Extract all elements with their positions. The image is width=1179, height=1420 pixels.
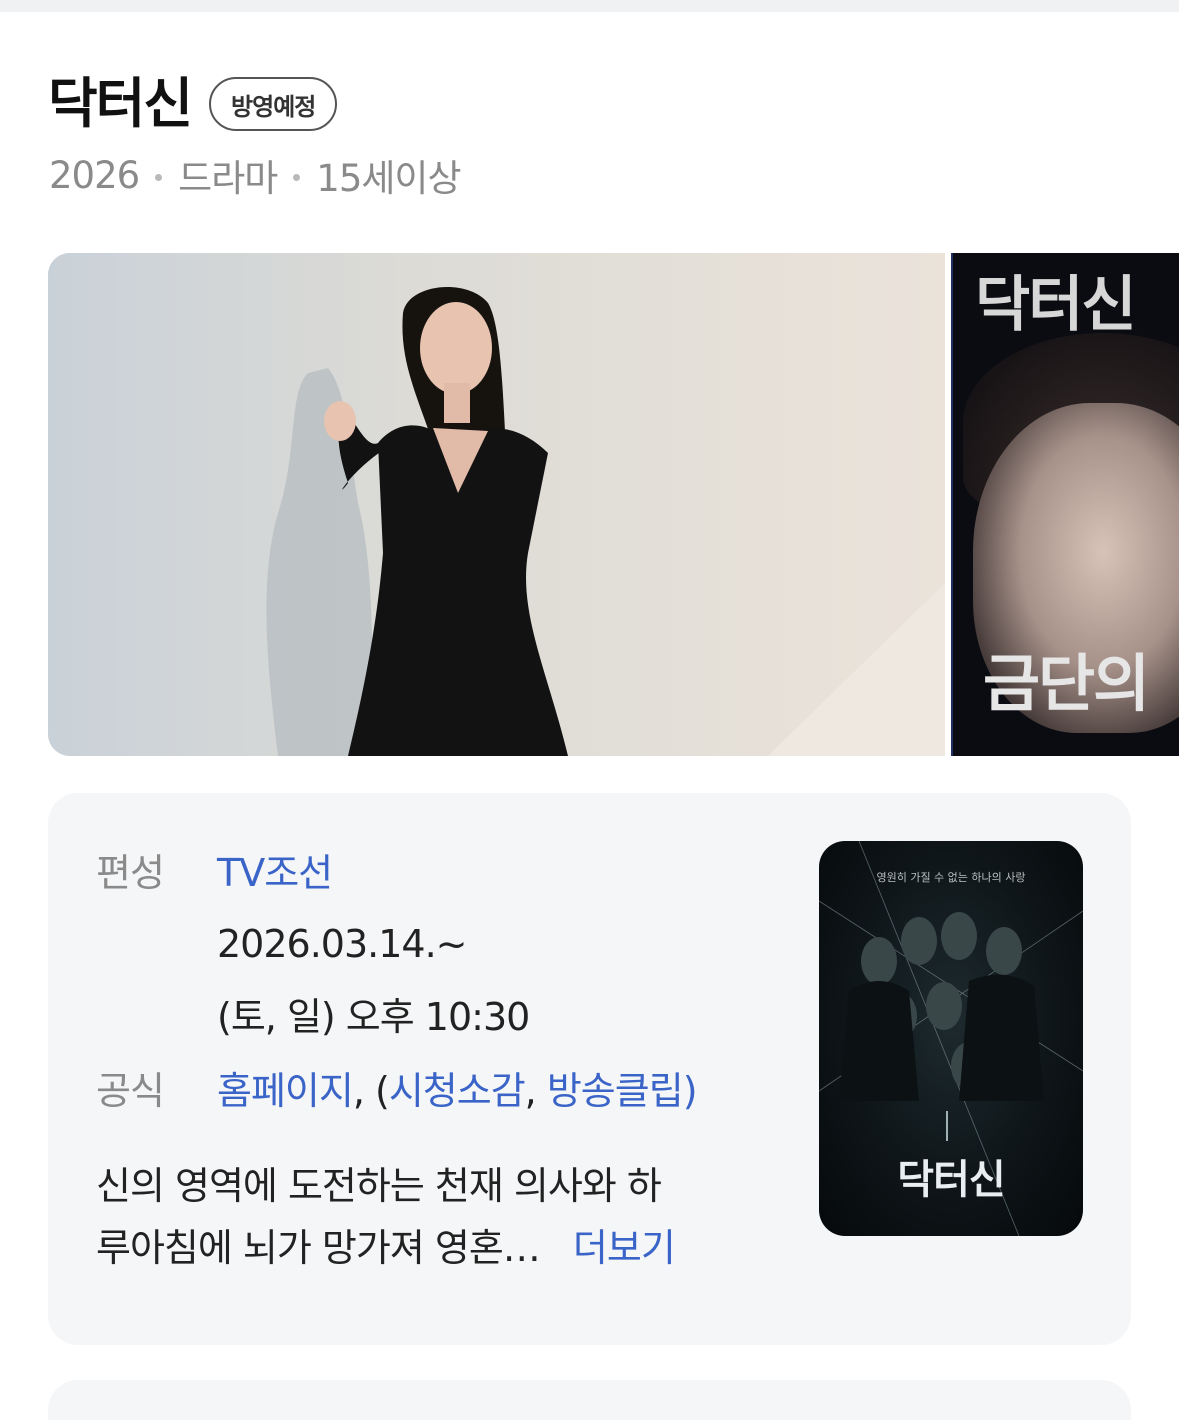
air-date: 2026.03.14.~ — [217, 922, 467, 966]
page-title: 닥터신 — [48, 72, 193, 135]
broadcaster-link[interactable]: TV조선 — [217, 845, 333, 901]
meta-year: 2026 — [49, 153, 140, 197]
top-divider — [0, 0, 1179, 12]
title-row: 닥터신 방영예정 — [48, 66, 338, 142]
side-image-title: 닥터신 — [975, 270, 1137, 340]
separator-dot — [293, 173, 301, 181]
official-row: 공식 홈페이지, (시청소감, 방송클립) — [96, 1063, 698, 1119]
synopsis: 신의 영역에 도전하는 천재 의사와 하 루아침에 뇌가 망가져 영혼… 더보기 — [96, 1155, 786, 1279]
link-close-paren: ) — [682, 1069, 698, 1113]
next-card — [48, 1380, 1131, 1420]
date-row: 2026.03.14.~ — [96, 916, 467, 972]
official-links: 홈페이지, (시청소감, 방송클립) — [217, 1063, 698, 1119]
actress-photo — [48, 253, 945, 756]
broadcast-label: 편성 — [96, 851, 165, 895]
synopsis-line-2: 루아침에 뇌가 망가져 영혼… 더보기 — [96, 1226, 676, 1270]
air-schedule: (토, 일) 오후 10:30 — [217, 995, 530, 1039]
link-separator: , ( — [352, 1069, 390, 1113]
official-label: 공식 — [96, 1069, 165, 1113]
side-image-caption: 금단의 — [983, 647, 1150, 720]
separator-dot — [155, 173, 163, 181]
meta-info: 2026 드라마 15세이상 — [49, 150, 462, 201]
gallery-image-next[interactable]: 닥터신 금단의 — [951, 253, 1179, 756]
meta-rating: 15세이상 — [316, 157, 461, 200]
poster-title: 닥터신 — [897, 1157, 1005, 1203]
info-card: 편성 TV조선 2026.03.14.~ (토, 일) 오후 10:30 공식 … — [48, 793, 1131, 1345]
synopsis-line-1: 신의 영역에 도전하는 천재 의사와 하 — [96, 1164, 662, 1208]
more-button[interactable]: 더보기 — [573, 1226, 676, 1270]
broadcast-row: 편성 TV조선 — [96, 845, 333, 901]
poster-thumbnail[interactable]: 영원히 가질 수 없는 하나의 사랑 닥터신 — [819, 841, 1083, 1236]
clips-link[interactable]: 방송클립 — [547, 1069, 684, 1113]
meta-genre: 드라마 — [178, 157, 278, 200]
status-badge: 방영예정 — [209, 77, 338, 131]
link-separator: , — [524, 1069, 547, 1113]
homepage-link[interactable]: 홈페이지 — [217, 1069, 354, 1113]
schedule-row: (토, 일) 오후 10:30 — [96, 989, 530, 1045]
reviews-link[interactable]: 시청소감 — [389, 1069, 526, 1113]
gallery-image-main[interactable] — [48, 253, 945, 756]
